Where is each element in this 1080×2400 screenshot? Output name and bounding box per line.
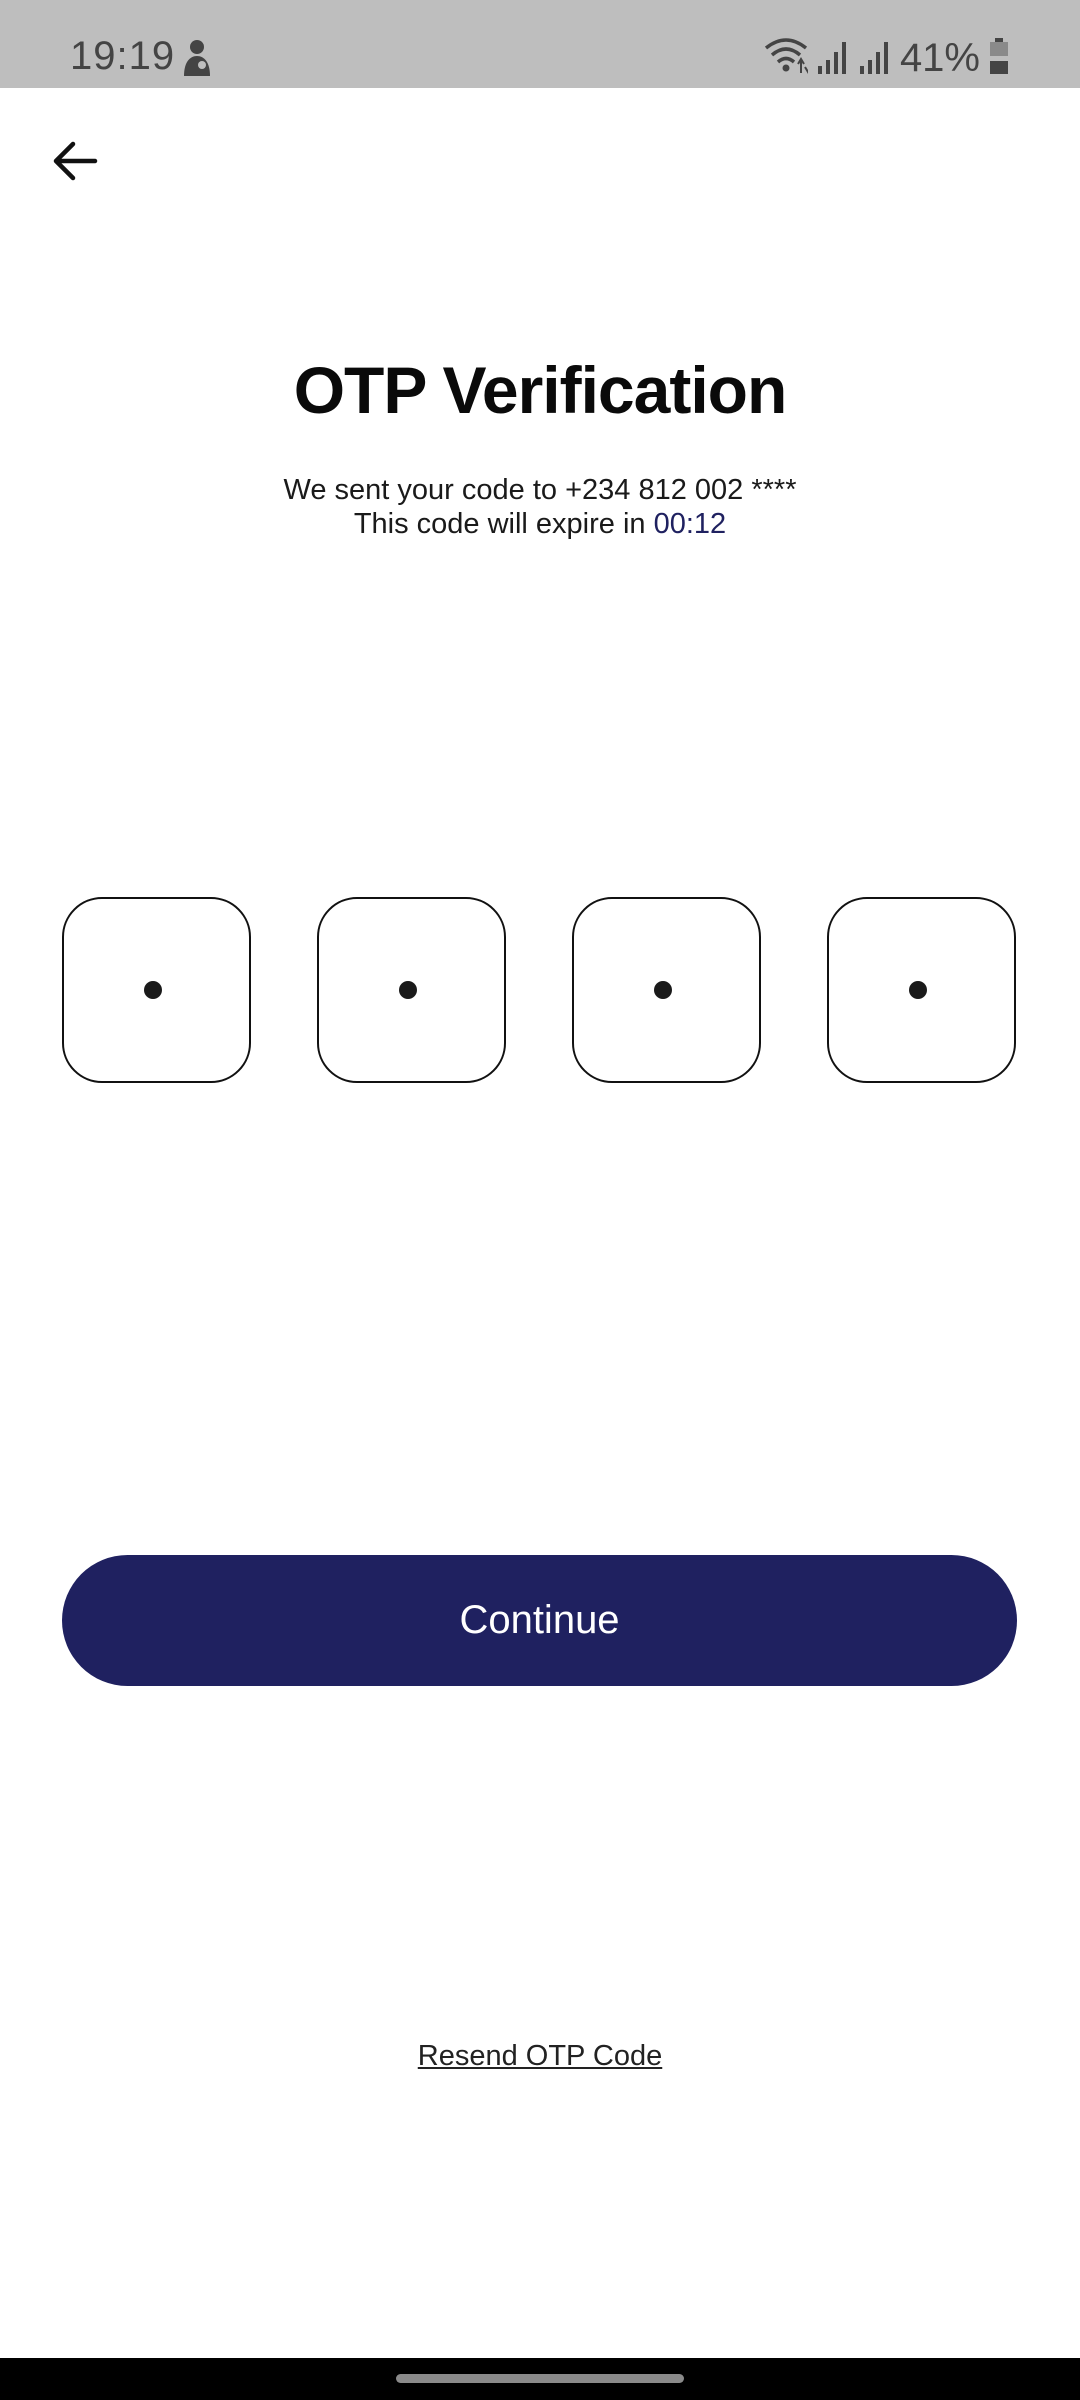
battery-icon [988, 36, 1010, 81]
otp-screen: 19:19 41% OTP Verification We sent your … [0, 0, 1080, 2400]
expiry-text: This code will expire in 00:12 [0, 508, 1080, 541]
otp-digit-input-3[interactable] [572, 897, 761, 1083]
otp-placeholder-dot [398, 981, 417, 999]
status-indicators: 41% [764, 34, 1010, 82]
expire-prefix: This code will expire in [353, 508, 654, 540]
resend-otp-link[interactable]: Resend OTP Code [418, 2040, 663, 2072]
otp-digit-input-1[interactable] [62, 897, 251, 1083]
back-button[interactable] [40, 128, 110, 198]
otp-placeholder-dot [908, 981, 927, 999]
person-icon [180, 38, 214, 78]
navigation-bar [0, 2358, 1080, 2400]
status-time: 19:19 [70, 34, 176, 78]
status-bar: 19:19 41% [0, 0, 1080, 88]
signal-icon [816, 36, 850, 81]
resend-otp-container: Resend OTP Code [0, 2040, 1080, 2073]
otp-digit-input-4[interactable] [827, 897, 1016, 1083]
wifi-icon [764, 36, 812, 81]
home-indicator[interactable] [396, 2374, 684, 2383]
signal-icon [858, 36, 892, 81]
sent-prefix: We sent your code to [283, 474, 566, 506]
otp-placeholder-dot [653, 981, 672, 999]
arrow-left-icon [51, 139, 99, 188]
countdown-timer: 00:12 [653, 508, 727, 540]
otp-placeholder-dot [143, 981, 162, 999]
battery-percent: 41% [899, 35, 980, 80]
sent-to-text: We sent your code to +234 812 002 **** [0, 474, 1080, 507]
otp-digit-input-2[interactable] [317, 897, 506, 1083]
phone-number: +234 812 002 **** [565, 474, 797, 506]
continue-button[interactable]: Continue [62, 1555, 1017, 1686]
page-title: OTP Verification [293, 353, 788, 427]
